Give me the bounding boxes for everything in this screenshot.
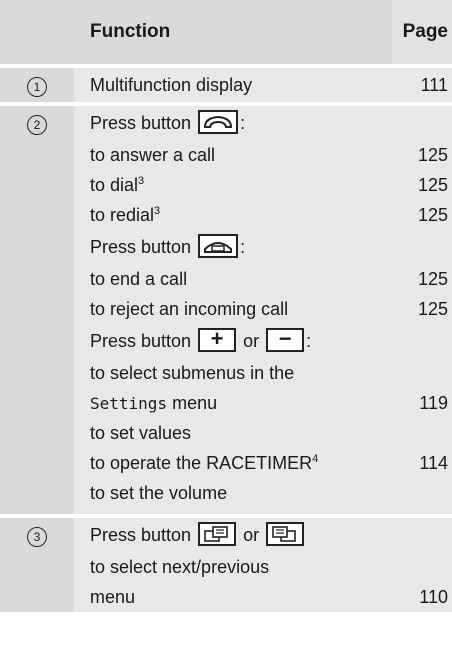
press-plus-minus-line: Press button + or −: [90,326,312,353]
table-header: Function Page [0,0,452,64]
header-page: Page [392,0,452,64]
submenus-text: to select submenus in the [90,363,295,383]
set-volume-text: to set the volume [90,483,228,503]
page-ref-dial: 125 [417,175,448,195]
page-ref-settings: 119 [419,393,448,413]
page-ref-answer: 125 [417,145,448,165]
multifunction-display-label: Multifunction display [90,75,253,95]
page-ref-reject: 125 [417,299,448,319]
table-row-2: 2 Press button : to answer a call to dia… [0,106,452,514]
page-ref-multifunction: 111 [420,75,448,95]
press-end-line: Press button : [90,230,392,264]
table-row-1: 1 Multifunction display 111 [0,68,452,102]
item-number-3: 3 [27,527,47,547]
racetimer-text: to operate the RACETIMER4 [90,453,319,473]
redial-text: to redial3 [90,205,161,225]
dial-text: to dial3 [90,175,145,195]
press-menu-buttons-line: Press button or [90,518,392,552]
page-ref-racetimer: 114 [419,453,448,473]
menu-next-icon [198,522,237,547]
function-table: Function Page 1 Multifunction display 11… [0,0,452,612]
page-ref-end: 125 [417,269,448,289]
page-ref-menu: 110 [419,587,448,607]
phone-end-icon [198,234,239,259]
press-answer-line: Press button : [90,106,392,140]
item-number-1: 1 [27,77,47,97]
item-number-2: 2 [27,115,47,135]
menu-previous-icon [266,522,305,547]
menu-text: menu [90,587,136,607]
plus-button-icon: + [198,328,237,353]
answer-call-text: to answer a call [90,145,216,165]
table-row-3: 3 Press button or to select next/previou… [0,518,452,612]
minus-button-icon: − [266,328,305,353]
phone-answer-icon [198,110,239,135]
reject-call-text: to reject an incoming call [90,299,289,319]
header-number-cell [0,0,74,64]
page-ref-redial: 125 [417,205,448,225]
header-function: Function [74,0,392,64]
select-next-previous-text: to select next/previous [90,557,270,577]
settings-menu-text: Settings menu [90,393,218,413]
set-values-text: to set values [90,423,192,443]
end-call-text: to end a call [90,269,188,289]
